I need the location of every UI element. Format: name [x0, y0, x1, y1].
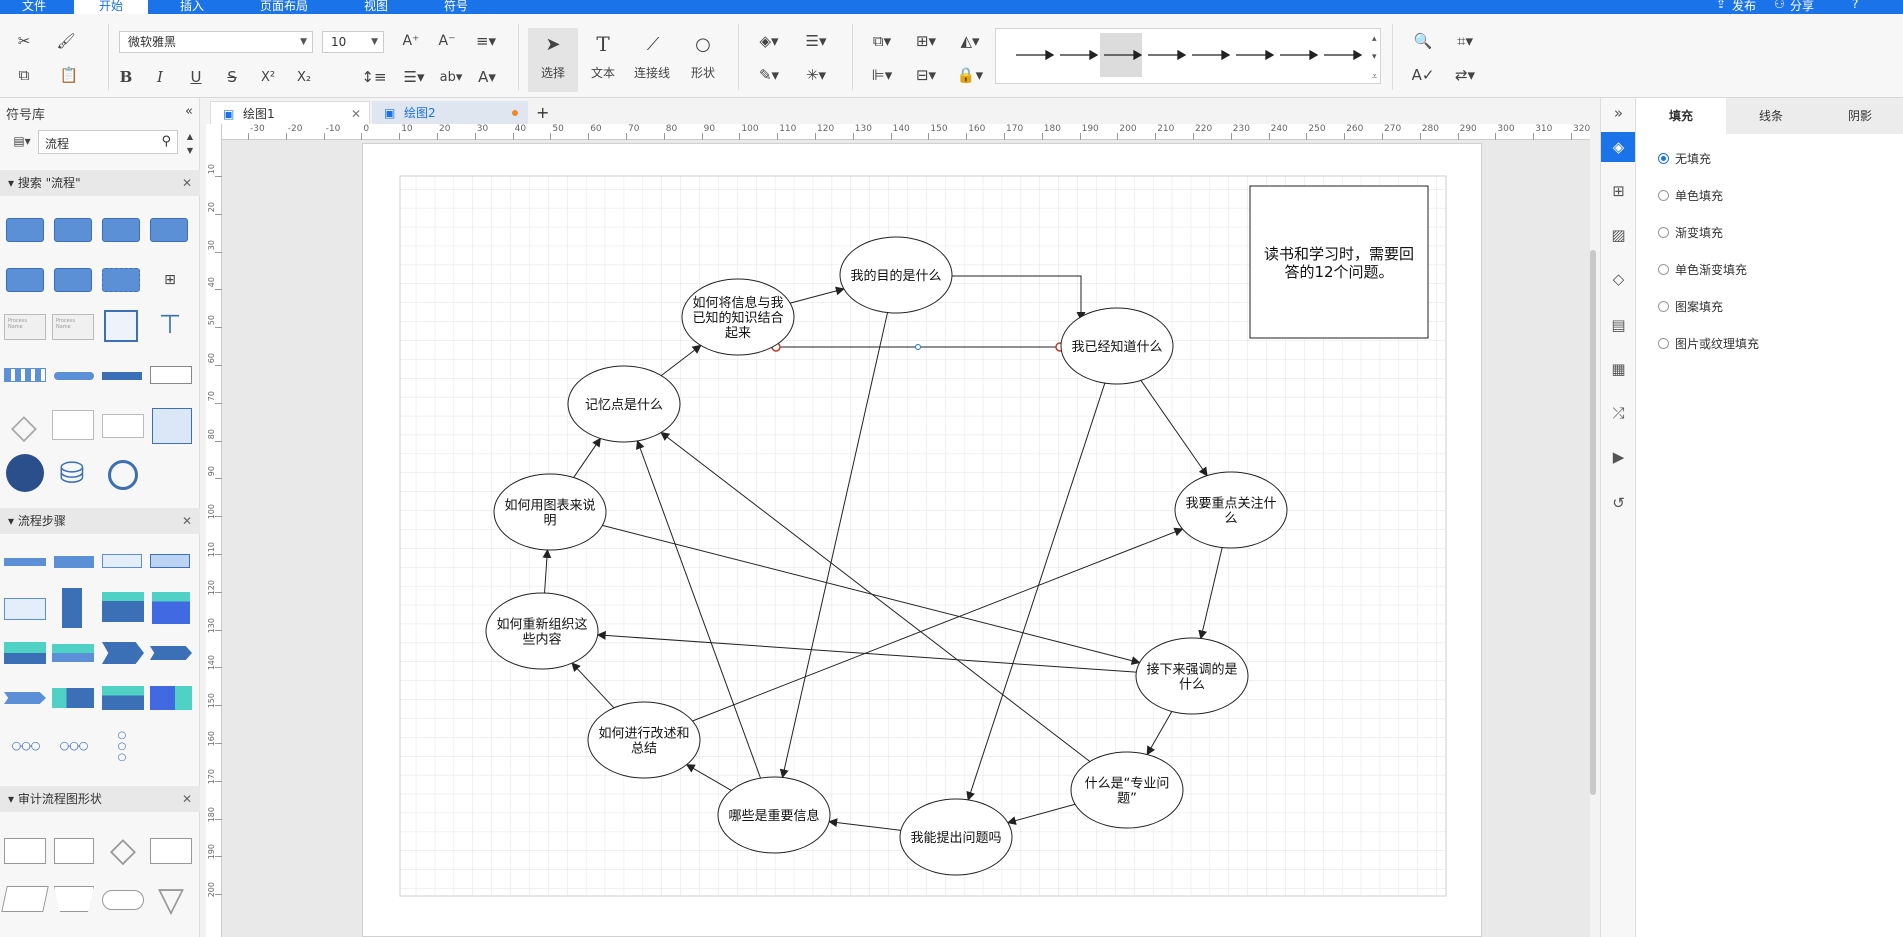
publish-button[interactable]: 发布: [1732, 0, 1756, 14]
format-panel: 填充 线条 阴影 无填充 单色填充 渐变填充 单色渐变填充 图案填充 图片或纹理…: [1635, 98, 1903, 937]
node-label: 哪些是重要信息: [728, 808, 819, 824]
share-button[interactable]: 分享: [1790, 0, 1814, 14]
app-window: 文件 开始 插入 页面布局 视图 符号 ⇪ 发布 ⚇ 分享 ? ✂ 🖌 ⧉ 📋 …: [0, 0, 1903, 937]
node-label: 题”: [1117, 792, 1137, 807]
fill-option-picture[interactable]: 图片或纹理填充: [1658, 335, 1759, 352]
node-label: 如何用图表来说: [504, 498, 595, 514]
radio-selected-icon: [1658, 153, 1669, 164]
fill-option-label: 无填充: [1675, 152, 1712, 166]
fill-option-label: 图片或纹理填充: [1675, 337, 1760, 351]
image-icon[interactable]: ▨: [1601, 220, 1636, 250]
node-label: 接下来强调的是: [1146, 662, 1237, 678]
expand-panel-icon[interactable]: »: [1601, 98, 1636, 128]
radio-icon: [1658, 264, 1669, 275]
share-icon[interactable]: ⚇: [1774, 0, 1785, 11]
radio-icon: [1658, 338, 1669, 349]
data-icon[interactable]: ▦: [1601, 354, 1636, 384]
node-label: 些内容: [522, 632, 561, 648]
diagram-canvas: 我的目的是什么我已经知道什么我要重点关注什么接下来强调的是什么什么是“专业问题”…: [399, 175, 1447, 897]
node-label: 我要重点关注什: [1185, 496, 1276, 512]
node-label: 我的目的是什么: [850, 268, 941, 284]
fill-option-gradient[interactable]: 渐变填充: [1658, 224, 1723, 241]
layers-icon[interactable]: ◇: [1601, 264, 1636, 294]
radio-icon: [1658, 301, 1669, 312]
grid-icon[interactable]: ⊞: [1601, 176, 1636, 206]
node-label: 总结: [631, 742, 657, 757]
title-box-text: 答的12个问题。: [1284, 263, 1393, 281]
radio-icon: [1658, 190, 1669, 201]
node-label: 什么是“专业问: [1085, 777, 1170, 792]
vertical-scrollbar[interactable]: [1590, 250, 1596, 795]
fill-option-solid-gradient[interactable]: 单色渐变填充: [1658, 261, 1747, 278]
node-label: 我能提出问题吗: [910, 830, 1001, 846]
node-label: 明: [543, 514, 556, 529]
fill-option-label: 单色填充: [1675, 189, 1724, 203]
help-icon[interactable]: ?: [1852, 0, 1858, 11]
node-label: 如何将信息与我: [692, 295, 783, 311]
fill-option-label: 图案填充: [1675, 300, 1724, 314]
node-label: 已知的知识结合: [692, 310, 783, 326]
tab-shadow[interactable]: 阴影: [1816, 98, 1903, 134]
connector-midpoint-handle[interactable]: [915, 344, 921, 350]
fill-option-none[interactable]: 无填充: [1658, 150, 1711, 167]
node-label: 我已经知道什么: [1071, 339, 1162, 355]
node-label: 记忆点是什么: [585, 397, 663, 413]
node-label: 什么: [1179, 678, 1205, 693]
radio-icon: [1658, 227, 1669, 238]
side-icon-strip: » ◈ ⊞ ▨ ◇ ▤ ▦ ⤮ ▶ ↺: [1600, 98, 1636, 937]
history-icon[interactable]: ↺: [1601, 488, 1636, 518]
node-label: 如何进行改述和: [598, 726, 689, 742]
shuffle-icon[interactable]: ⤮: [1601, 398, 1636, 428]
node-label: 么: [1224, 512, 1237, 527]
page-icon[interactable]: ▤: [1601, 310, 1636, 340]
fill-option-solid[interactable]: 单色填充: [1658, 187, 1723, 204]
fill-panel-icon[interactable]: ◈: [1601, 132, 1636, 162]
node-label: 起来: [725, 326, 751, 341]
fill-option-label: 单色渐变填充: [1675, 263, 1748, 277]
fill-option-pattern[interactable]: 图案填充: [1658, 298, 1723, 315]
publish-icon[interactable]: ⇪: [1716, 0, 1726, 11]
title-box-text: 读书和学习时，需要回: [1264, 245, 1414, 263]
tab-fill[interactable]: 填充: [1636, 98, 1726, 134]
tab-line[interactable]: 线条: [1726, 98, 1816, 134]
node-label: 如何重新组织这: [496, 617, 587, 633]
fill-option-label: 渐变填充: [1675, 226, 1724, 240]
presentation-icon[interactable]: ▶: [1601, 442, 1636, 472]
